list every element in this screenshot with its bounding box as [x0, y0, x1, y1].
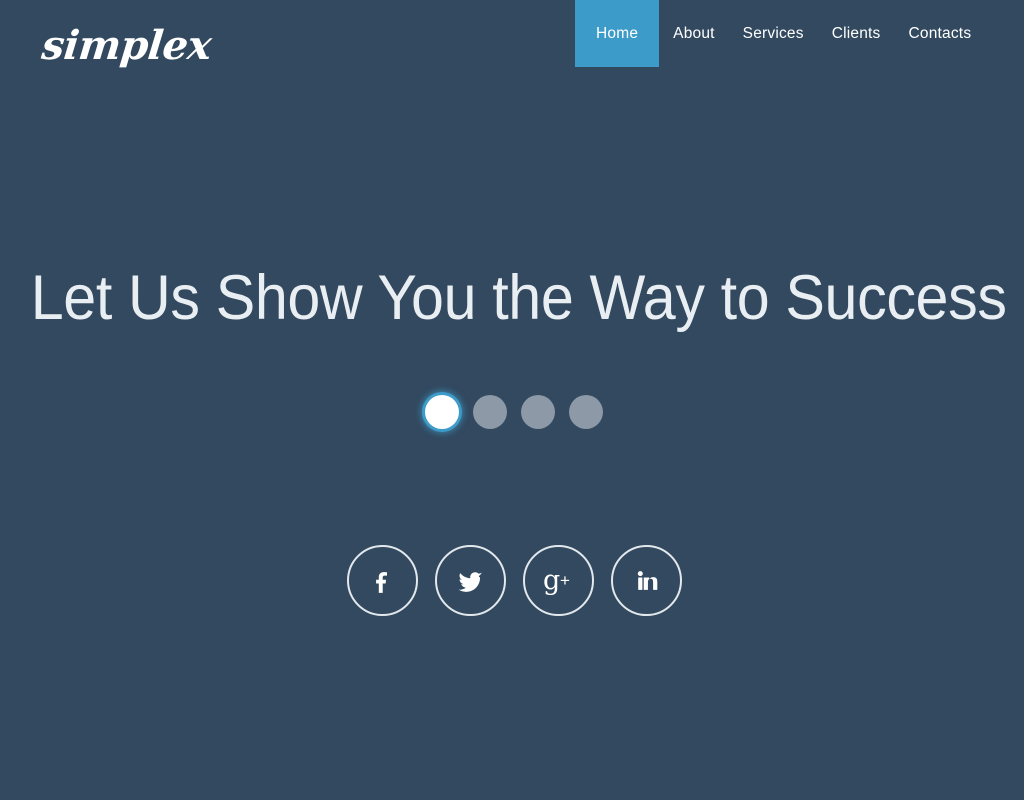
nav-item-contacts[interactable]: Contacts: [895, 0, 986, 67]
nav-item-home[interactable]: Home: [575, 0, 660, 67]
hero-headline: Let Us Show You the Way to Success: [30, 263, 1007, 334]
site-header: simplex Home About Services Clients Cont…: [0, 0, 1024, 100]
slider-dot-1[interactable]: [425, 395, 459, 429]
social-link-googleplus[interactable]: g +: [522, 545, 594, 616]
slider-dot-4[interactable]: [569, 395, 603, 429]
site-logo[interactable]: simplex: [39, 20, 214, 72]
slider-dot-3[interactable]: [521, 395, 555, 429]
slider-pagination: [0, 395, 1024, 429]
social-links: g +: [0, 545, 1024, 616]
social-link-facebook[interactable]: [346, 545, 418, 616]
facebook-icon: [367, 566, 397, 596]
twitter-icon: [453, 566, 487, 596]
social-link-twitter[interactable]: [434, 545, 506, 616]
nav-item-clients[interactable]: Clients: [818, 0, 895, 67]
page-root: simplex Home About Services Clients Cont…: [0, 0, 1024, 800]
nav-item-services[interactable]: Services: [729, 0, 818, 67]
svg-text:g: g: [543, 565, 560, 596]
google-plus-icon: g +: [539, 565, 577, 597]
main-navigation: Home About Services Clients Contacts: [575, 0, 985, 67]
nav-item-about[interactable]: About: [659, 0, 729, 67]
slider-dot-2[interactable]: [473, 395, 507, 429]
social-link-linkedin[interactable]: [610, 545, 682, 616]
svg-text:+: +: [560, 571, 570, 590]
linkedin-icon: [631, 566, 661, 596]
